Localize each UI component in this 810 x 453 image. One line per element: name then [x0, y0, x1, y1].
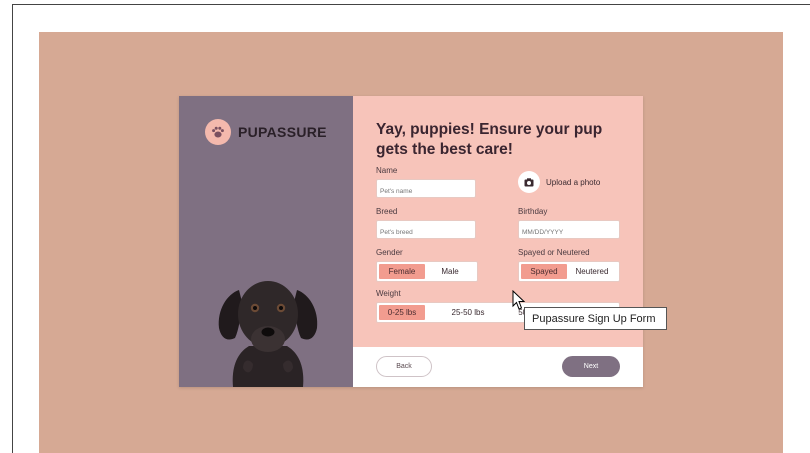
form-panel: Yay, puppies! Ensure your pup gets the b… — [353, 96, 643, 387]
puppy-image — [218, 281, 318, 387]
camera-icon — [518, 171, 540, 193]
window-border-left — [12, 4, 13, 453]
weight-0-25-option[interactable]: 0-25 lbs — [379, 305, 425, 320]
name-input[interactable] — [376, 179, 476, 198]
breed-label: Breed — [376, 207, 398, 216]
upload-photo-button[interactable]: Upload a photo — [518, 171, 600, 193]
back-button[interactable]: Back — [376, 356, 432, 377]
logo: PUPASSURE — [205, 119, 327, 145]
gender-label: Gender — [376, 248, 403, 257]
tooltip: Pupassure Sign Up Form — [524, 307, 667, 330]
weight-25-50-option[interactable]: 25-50 lbs — [425, 305, 511, 320]
weight-label: Weight — [376, 289, 401, 298]
brand-name: PUPASSURE — [238, 124, 327, 140]
spayed-label: Spayed or Neutered — [518, 248, 590, 257]
spayed-toggle: Spayed Neutered — [518, 261, 620, 282]
gender-female-option[interactable]: Female — [379, 264, 425, 279]
neutered-option[interactable]: Neutered — [567, 264, 617, 279]
upload-photo-label: Upload a photo — [546, 177, 601, 187]
birthday-input[interactable] — [518, 220, 620, 239]
spayed-option[interactable]: Spayed — [521, 264, 567, 279]
breed-input[interactable] — [376, 220, 476, 239]
paw-icon — [205, 119, 231, 145]
gender-toggle: Female Male — [376, 261, 478, 282]
form-title: Yay, puppies! Ensure your pup gets the b… — [376, 121, 603, 158]
brand-panel: PUPASSURE — [179, 96, 353, 387]
signup-card: PUPASSURE Yay, puppies! Ensure your pup … — [179, 96, 643, 387]
gender-male-option[interactable]: Male — [425, 264, 475, 279]
next-button[interactable]: Next — [562, 356, 620, 377]
form-footer: Back Next — [353, 347, 643, 387]
birthday-label: Birthday — [518, 207, 548, 216]
window-border-top — [12, 4, 810, 5]
name-label: Name — [376, 166, 398, 175]
